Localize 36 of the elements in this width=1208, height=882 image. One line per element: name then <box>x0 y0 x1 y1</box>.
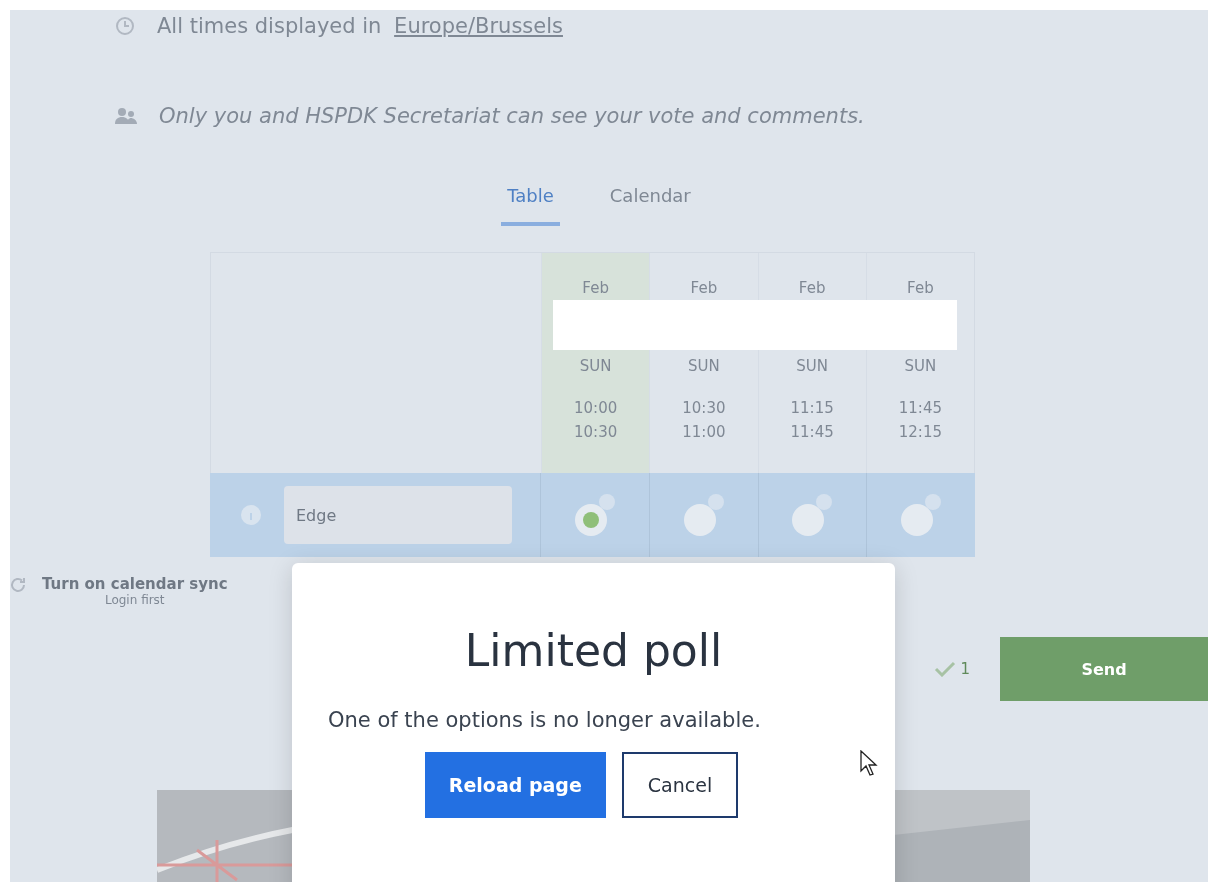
cancel-button[interactable]: Cancel <box>621 752 739 818</box>
calendar-sync-label[interactable]: Turn on calendar sync <box>42 575 228 593</box>
people-icon <box>115 107 137 125</box>
end-time: 11:00 <box>682 423 726 441</box>
weekday-label: SUN <box>796 357 828 375</box>
sync-icon[interactable] <box>8 575 28 595</box>
month-label: Feb <box>907 279 934 297</box>
vote-count: 1 <box>960 660 970 678</box>
start-time: 10:30 <box>682 399 726 417</box>
start-time: 10:00 <box>574 399 618 417</box>
view-tab[interactable]: Calendar <box>603 184 697 226</box>
month-label: Feb <box>798 279 826 297</box>
weekday-label: SUN <box>688 357 720 375</box>
month-label: Feb <box>582 279 609 297</box>
send-button[interactable]: Send <box>1000 637 1208 701</box>
weekday-label: SUN <box>579 357 612 375</box>
clock-icon <box>115 16 135 36</box>
mouse-pointer-icon <box>860 750 878 776</box>
end-time: 11:45 <box>790 423 834 441</box>
info-icon <box>240 504 262 526</box>
check-icon <box>934 661 957 677</box>
privacy-note: Only you and HSPDK Secretariat can see your vote and comments. <box>159 104 865 128</box>
calendar-sync-hint: Login first <box>104 593 165 607</box>
end-time: 12:15 <box>898 423 942 441</box>
name-field[interactable]: Edge <box>284 486 512 544</box>
month-label: Feb <box>690 279 718 297</box>
dialog-title: Limited poll <box>464 625 723 676</box>
start-time: 11:45 <box>898 399 942 417</box>
weekday-label: SUN <box>904 357 937 375</box>
view-tab[interactable]: Table <box>501 184 560 226</box>
reload-button[interactable]: Reload page <box>424 752 606 818</box>
timezone-note: All times displayed in Europe/Brussels <box>157 14 563 38</box>
dialog-message: One of the options is no longer available. <box>328 708 761 732</box>
timezone-link[interactable]: Europe/Brussels <box>394 14 563 38</box>
end-time: 10:30 <box>574 423 618 441</box>
start-time: 11:15 <box>790 399 834 417</box>
